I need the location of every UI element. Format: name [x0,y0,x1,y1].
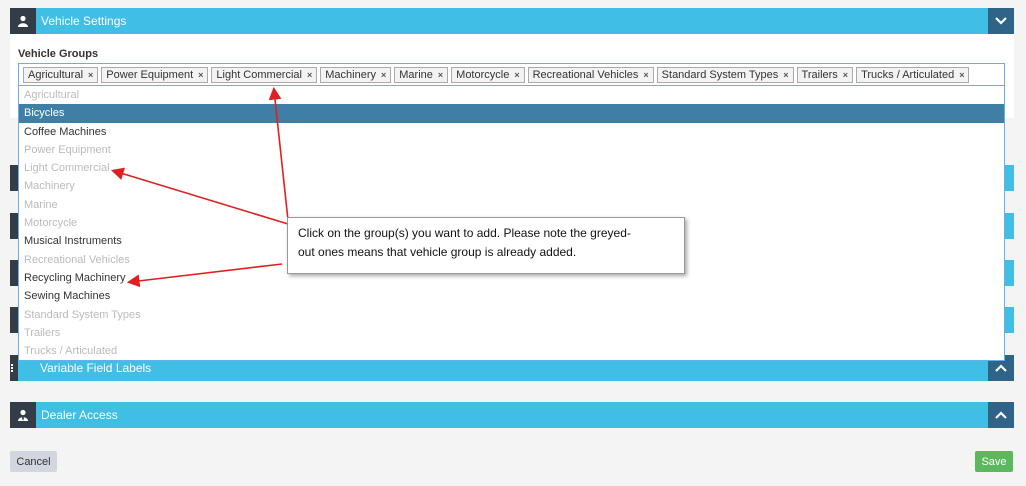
arrow-to-tags [268,86,289,221]
cancel-button[interactable]: Cancel [10,451,57,472]
save-button[interactable]: Save [975,451,1013,472]
arrow-to-available-option [126,263,283,288]
arrow-to-greyed-option [110,167,289,225]
callout-line: Click on the group(s) you want to add. P… [298,226,631,240]
instruction-callout: Click on the group(s) you want to add. P… [287,217,685,274]
callout-line: out ones means that vehicle group is alr… [298,245,577,259]
